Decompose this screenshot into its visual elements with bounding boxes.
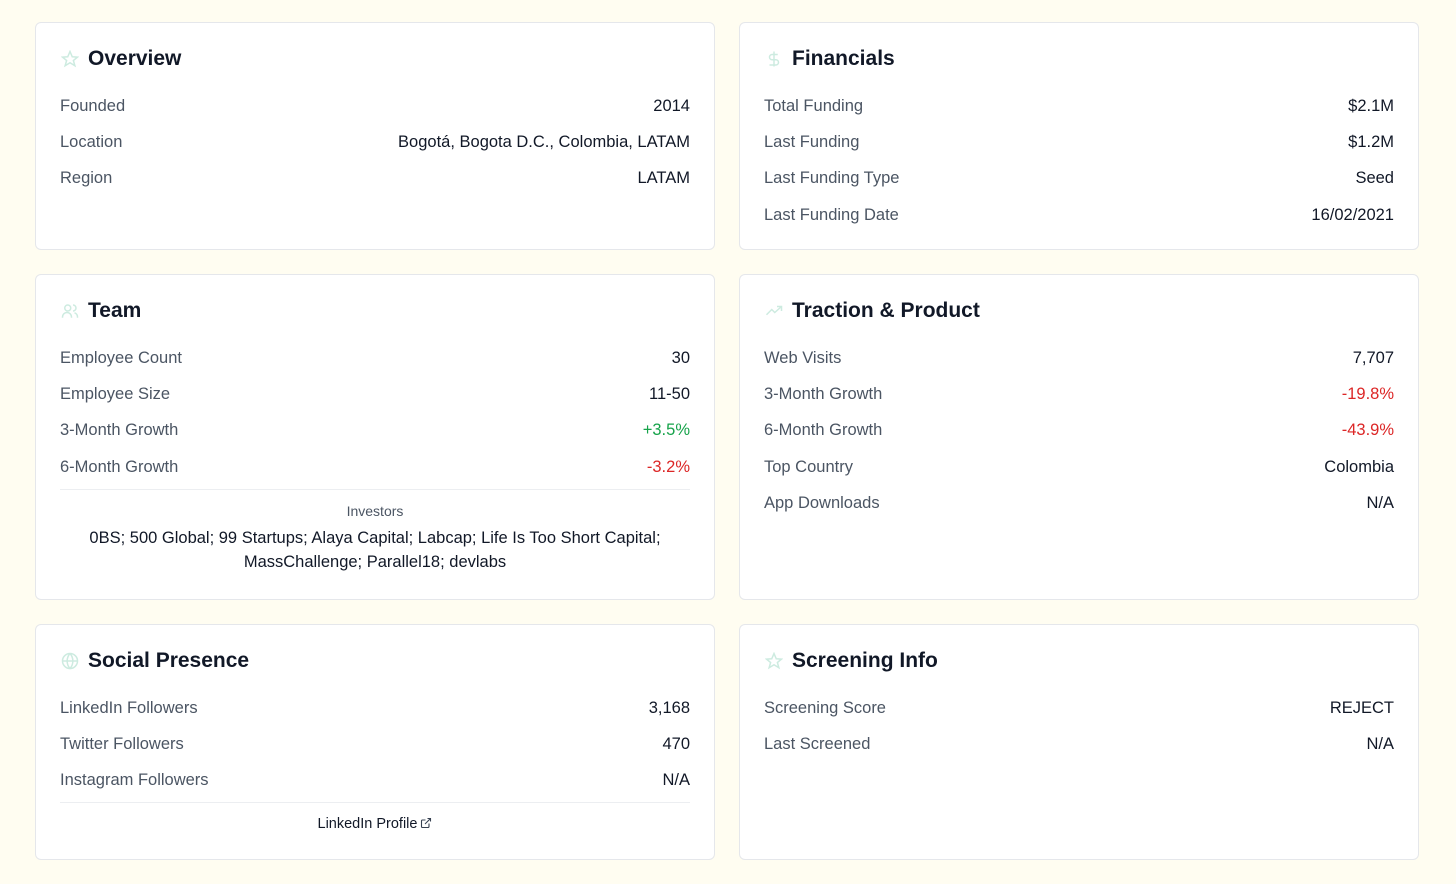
overview-title-row: Overview <box>60 47 181 71</box>
investors-list: 0BS; 500 Global; 99 Startups; Alaya Capi… <box>89 529 661 571</box>
screening-row-last-screened: Last Screened N/A <box>764 726 1394 762</box>
team-6-month-growth-label: 6-Month Growth <box>60 457 179 476</box>
traction-row-3-month-growth: 3-Month Growth -19.8% <box>764 376 1394 412</box>
screening-score-label: Screening Score <box>764 698 886 717</box>
founded-value: 2014 <box>653 96 690 115</box>
external-link-icon <box>421 817 432 829</box>
team-row-3-month-growth: 3-Month Growth +3.5% <box>60 413 690 449</box>
team-3-month-growth-label: 3-Month Growth <box>60 421 179 440</box>
traction-row-top-country: Top Country Colombia <box>764 449 1394 485</box>
last-funding-date-value: 16/02/2021 <box>1311 205 1394 224</box>
social-row-linkedin: LinkedIn Followers 3,168 <box>60 690 690 726</box>
team-6-month-growth-value: -3.2% <box>646 457 690 476</box>
top-country-value: Colombia <box>1324 457 1394 476</box>
overview-title: Overview <box>88 47 182 70</box>
traction-6-month-growth-label: 6-Month Growth <box>764 421 883 440</box>
social-title-row: Social Presence <box>60 649 249 673</box>
star-icon <box>764 651 784 671</box>
dollar-icon <box>764 49 784 69</box>
star-icon <box>60 49 80 69</box>
traction-row-6-month-growth: 6-Month Growth -43.9% <box>764 413 1394 449</box>
team-row-6-month-growth: 6-Month Growth -3.2% <box>60 449 690 485</box>
financials-card: Financials Total Funding $2.1M Last Fund… <box>739 22 1419 250</box>
last-funding-date-label: Last Funding Date <box>764 205 899 224</box>
traction-3-month-growth-value: -19.8% <box>1341 384 1394 403</box>
financials-row-last-funding: Last Funding $1.2M <box>764 124 1394 160</box>
total-funding-label: Total Funding <box>764 96 864 115</box>
linkedin-followers-value: 3,168 <box>648 698 690 717</box>
screening-card: Screening Info Screening Score REJECT La… <box>739 624 1419 860</box>
twitter-followers-label: Twitter Followers <box>60 734 184 753</box>
financials-title: Financials <box>792 47 895 70</box>
region-value: LATAM <box>637 169 690 188</box>
last-screened-label: Last Screened <box>764 734 871 753</box>
app-downloads-value: N/A <box>1366 493 1394 512</box>
team-card: Team Employee Count 30 Employee Size 11-… <box>35 274 715 600</box>
financials-row-last-funding-type: Last Funding Type Seed <box>764 161 1394 197</box>
overview-card: Overview Founded 2014 Location Bogotá, B… <box>35 22 715 250</box>
traction-6-month-growth-value: -43.9% <box>1341 421 1394 440</box>
web-visits-label: Web Visits <box>764 348 842 367</box>
employee-count-value: 30 <box>671 348 690 367</box>
screening-score-value: REJECT <box>1329 698 1394 717</box>
overview-row-location: Location Bogotá, Bogota D.C., Colombia, … <box>60 124 690 160</box>
twitter-followers-value: 470 <box>662 734 690 753</box>
traction-title: Traction & Product <box>792 299 980 322</box>
linkedin-profile-link[interactable]: LinkedIn Profile <box>60 816 690 832</box>
screening-row-score: Screening Score REJECT <box>764 690 1394 726</box>
traction-3-month-growth-label: 3-Month Growth <box>764 384 883 403</box>
globe-icon <box>60 651 80 671</box>
last-screened-value: N/A <box>1366 734 1394 753</box>
traction-row-app-downloads: App Downloads N/A <box>764 485 1394 521</box>
users-icon <box>60 301 80 321</box>
employee-size-value: 11-50 <box>649 384 690 403</box>
top-country-label: Top Country <box>764 457 853 476</box>
social-title: Social Presence <box>88 649 250 672</box>
web-visits-value: 7,707 <box>1352 348 1394 367</box>
traction-card: Traction & Product Web Visits 7,707 3-Mo… <box>739 274 1419 600</box>
linkedin-followers-label: LinkedIn Followers <box>60 698 198 717</box>
founded-label: Founded <box>60 96 126 115</box>
financials-row-last-funding-date: Last Funding Date 16/02/2021 <box>764 197 1394 233</box>
linkedin-profile-label: LinkedIn Profile <box>317 816 418 832</box>
social-divider <box>60 802 690 803</box>
social-card: Social Presence LinkedIn Followers 3,168… <box>35 624 715 860</box>
team-title: Team <box>88 299 142 322</box>
employee-count-label: Employee Count <box>60 348 182 367</box>
last-funding-type-value: Seed <box>1355 169 1394 188</box>
instagram-followers-value: N/A <box>662 771 690 790</box>
financials-title-row: Financials <box>764 47 895 71</box>
financials-row-total-funding: Total Funding $2.1M <box>764 88 1394 124</box>
last-funding-type-label: Last Funding Type <box>764 169 900 188</box>
team-divider <box>60 489 690 490</box>
last-funding-value: $1.2M <box>1348 132 1394 151</box>
investors-label: Investors <box>346 503 404 519</box>
region-label: Region <box>60 169 113 188</box>
instagram-followers-label: Instagram Followers <box>60 771 209 790</box>
total-funding-value: $2.1M <box>1348 96 1394 115</box>
team-3-month-growth-value: +3.5% <box>642 421 690 440</box>
trending-up-icon <box>764 301 784 321</box>
last-funding-label: Last Funding <box>764 132 860 151</box>
employee-size-label: Employee Size <box>60 384 171 403</box>
social-row-twitter: Twitter Followers 470 <box>60 726 690 762</box>
location-label: Location <box>60 132 123 151</box>
team-row-employee-count: Employee Count 30 <box>60 340 690 376</box>
screening-title-row: Screening Info <box>764 649 938 673</box>
social-row-instagram: Instagram Followers N/A <box>60 763 690 799</box>
screening-title: Screening Info <box>792 649 938 672</box>
location-value: Bogotá, Bogota D.C., Colombia, LATAM <box>398 132 690 151</box>
team-row-employee-size: Employee Size 11-50 <box>60 376 690 412</box>
traction-row-web-visits: Web Visits 7,707 <box>764 340 1394 376</box>
app-downloads-label: App Downloads <box>764 493 880 512</box>
team-title-row: Team <box>60 299 141 323</box>
overview-row-region: Region LATAM <box>60 161 690 197</box>
traction-title-row: Traction & Product <box>764 299 980 323</box>
overview-row-founded: Founded 2014 <box>60 88 690 124</box>
